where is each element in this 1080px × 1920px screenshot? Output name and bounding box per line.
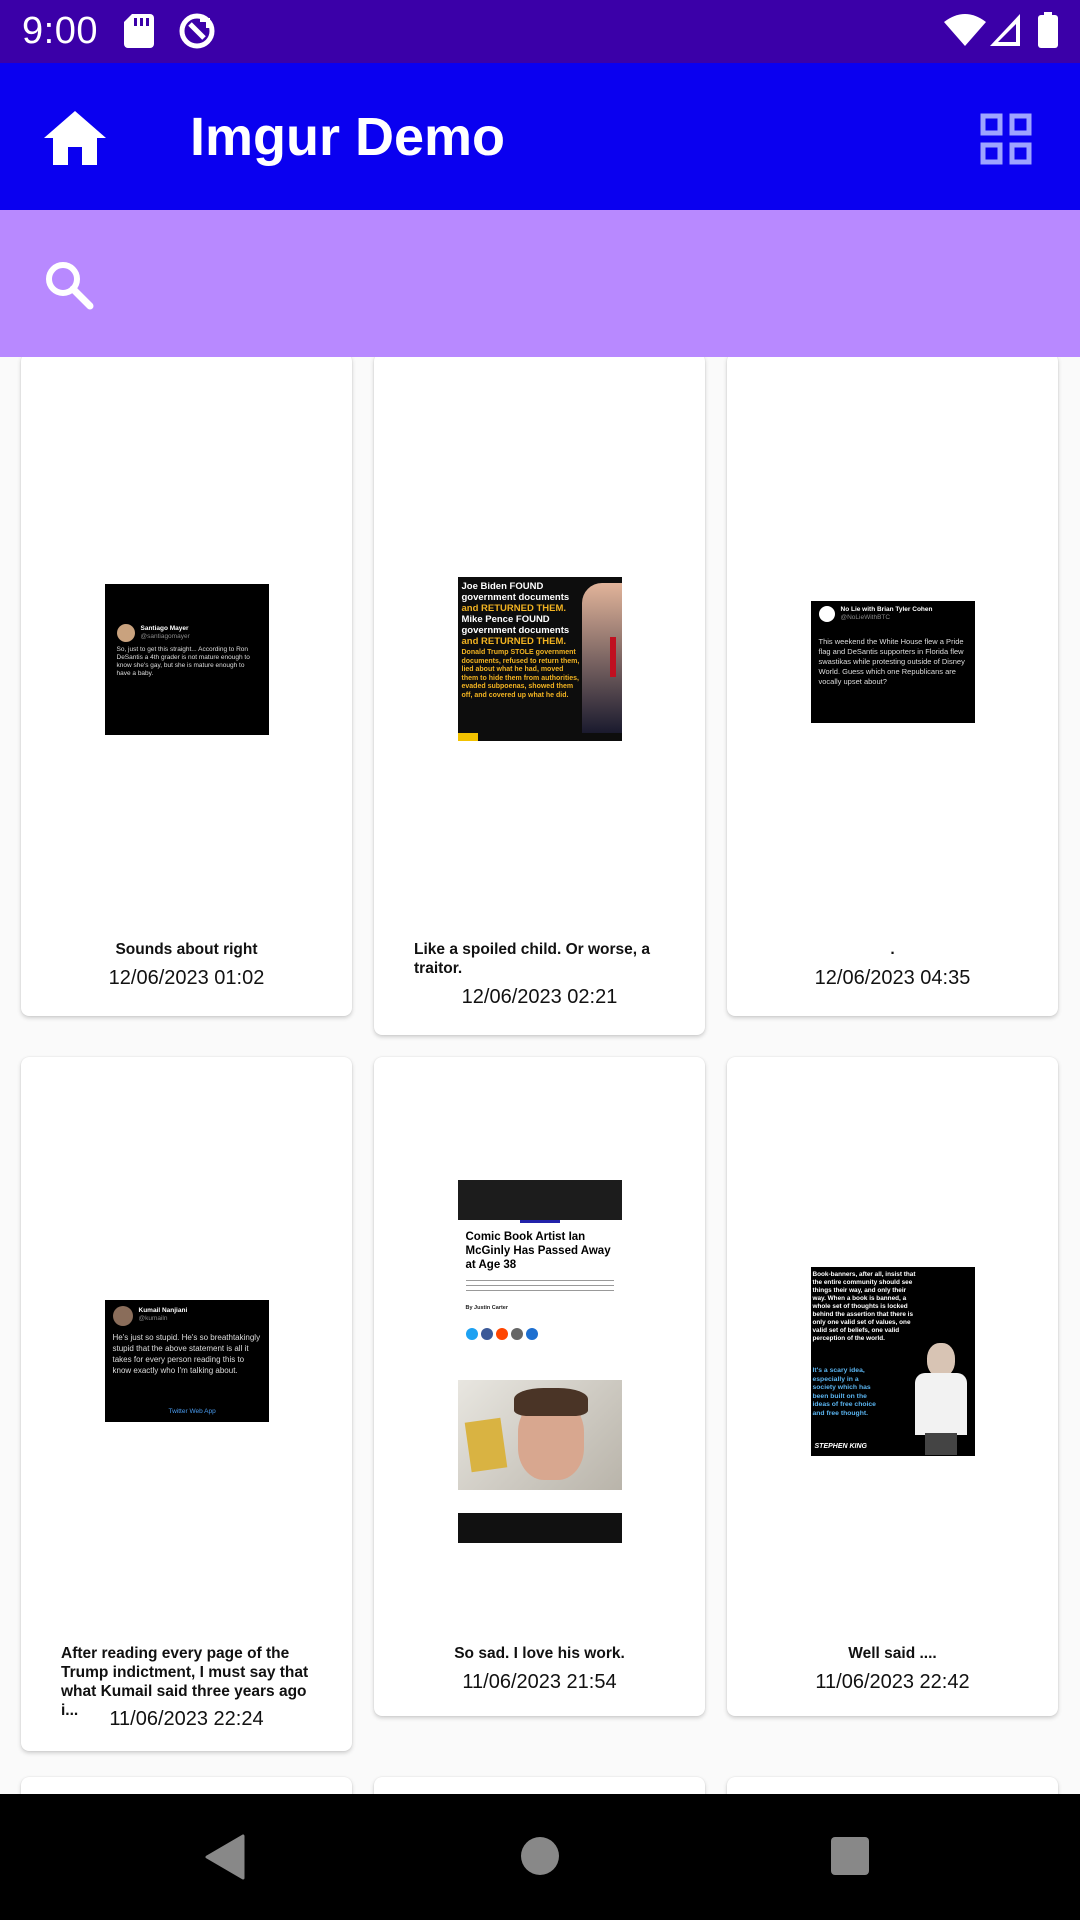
- recents-icon[interactable]: [831, 1837, 869, 1875]
- search-bar: [0, 210, 1080, 357]
- thumb-footer: Twitter Web App: [168, 1408, 216, 1415]
- post-thumbnail: No Lie with Brian Tyler Cohen @NoLieWith…: [810, 601, 975, 723]
- thumb-line: documents, refused to return them,: [461, 657, 580, 665]
- thumb-attribution: STEPHEN KING: [814, 1443, 868, 1450]
- thumb-byline: By Justin Carter: [465, 1305, 509, 1311]
- post-thumbnail: Santiago Mayer @santiagomayer So, just t…: [104, 584, 269, 735]
- back-icon[interactable]: [205, 1834, 245, 1880]
- post-caption: .: [890, 941, 895, 958]
- thumb-line: Joe Biden FOUND: [461, 581, 544, 592]
- post-thumbnail: Comic Book Artist Ian McGinly Has Passed…: [457, 1180, 622, 1543]
- post-card[interactable]: Comic Book Artist Ian McGinly Has Passed…: [374, 1057, 705, 1716]
- sd-card-icon: [124, 14, 154, 48]
- posts-grid[interactable]: Santiago Mayer @santiagomayer So, just t…: [0, 357, 1080, 1794]
- thumb-text: He's just so stupid. He's so breathtakin…: [112, 1333, 261, 1375]
- thumb-quote: Book-banners, after all, insist that the…: [812, 1271, 916, 1342]
- post-thumbnail: Book-banners, after all, insist that the…: [810, 1267, 975, 1456]
- thumb-line: Donald Trump STOLE government: [461, 649, 576, 656]
- status-time: 9:00: [22, 10, 98, 52]
- post-date: 12/06/2023 01:02: [108, 967, 265, 989]
- thumb-handle: @kumailn: [138, 1315, 168, 1322]
- post-thumbnail: Kumail Nanjiani @kumailn He's just so st…: [104, 1300, 269, 1422]
- thumb-line: evaded subpoenas, showed them: [461, 683, 574, 690]
- thumb-line: and RETURNED THEM.: [461, 603, 567, 614]
- thumb-handle: @santiagomayer: [140, 633, 190, 640]
- post-card[interactable]: Joe Biden FOUND government documents and…: [374, 357, 705, 1035]
- post-caption: Like a spoiled child. Or worse, a traito…: [414, 941, 651, 977]
- thumb-text: This weekend the White House flew a Prid…: [818, 637, 965, 686]
- home-circle-icon[interactable]: [521, 1837, 559, 1875]
- wifi-icon: [944, 14, 986, 46]
- thumb-line: and RETURNED THEM.: [461, 636, 567, 647]
- post-card[interactable]: No Lie with Brian Tyler Cohen @NoLieWith…: [727, 357, 1058, 1016]
- post-date: 12/06/2023 04:35: [814, 967, 971, 989]
- thumb-handle: @NoLieWithBTC: [840, 614, 891, 621]
- app-title: Imgur Demo: [190, 107, 506, 167]
- search-input[interactable]: [120, 245, 1024, 323]
- battery-icon: [1038, 12, 1058, 48]
- home-icon[interactable]: [44, 111, 106, 165]
- post-caption: Sounds about right: [115, 941, 258, 958]
- app-bar: Imgur Demo: [0, 63, 1080, 210]
- thumb-quote-highlight: It's a scary idea, especially in a socie…: [812, 1367, 876, 1417]
- post-card[interactable]: Book-banners, after all, insist that the…: [727, 1057, 1058, 1716]
- post-card[interactable]: [21, 1777, 352, 1794]
- grid-view-icon[interactable]: [980, 113, 1032, 165]
- post-date: 12/06/2023 02:21: [461, 986, 618, 1008]
- thumb-author: No Lie with Brian Tyler Cohen: [840, 606, 933, 613]
- post-card[interactable]: [727, 1777, 1058, 1794]
- post-thumbnail: Joe Biden FOUND government documents and…: [457, 577, 622, 741]
- thumb-headline: Comic Book Artist Ian McGinly Has Passed…: [465, 1231, 611, 1271]
- post-card[interactable]: Kumail Nanjiani @kumailn He's just so st…: [21, 1057, 352, 1751]
- thumb-line: lied about what he had, moved: [461, 666, 564, 673]
- thumb-line: them to hide them from authorities,: [461, 674, 579, 682]
- system-nav-bar: [0, 1794, 1080, 1920]
- thumb-author: Santiago Mayer: [140, 625, 189, 632]
- post-card[interactable]: Santiago Mayer @santiagomayer So, just t…: [21, 357, 352, 1016]
- thumb-author: Kumail Nanjiani: [138, 1307, 188, 1314]
- post-card[interactable]: [374, 1777, 705, 1794]
- search-icon[interactable]: [44, 260, 94, 310]
- status-bar: 9:00: [0, 0, 1080, 63]
- post-date: 11/06/2023 21:54: [462, 1671, 617, 1693]
- thumb-line: off, and covered up what he did.: [461, 691, 569, 699]
- signal-icon: [990, 14, 1020, 46]
- post-date: 11/06/2023 22:24: [109, 1708, 264, 1730]
- post-caption: Well said ....: [848, 1645, 937, 1662]
- sync-icon: [179, 13, 215, 49]
- post-caption: So sad. I love his work.: [454, 1645, 625, 1662]
- thumb-text: So, just to get this straight... Accordi…: [116, 646, 250, 677]
- thumb-line: government documents: [461, 592, 570, 603]
- post-date: 11/06/2023 22:42: [815, 1671, 970, 1693]
- thumb-line: Mike Pence FOUND: [461, 614, 550, 625]
- thumb-line: government documents: [461, 625, 570, 636]
